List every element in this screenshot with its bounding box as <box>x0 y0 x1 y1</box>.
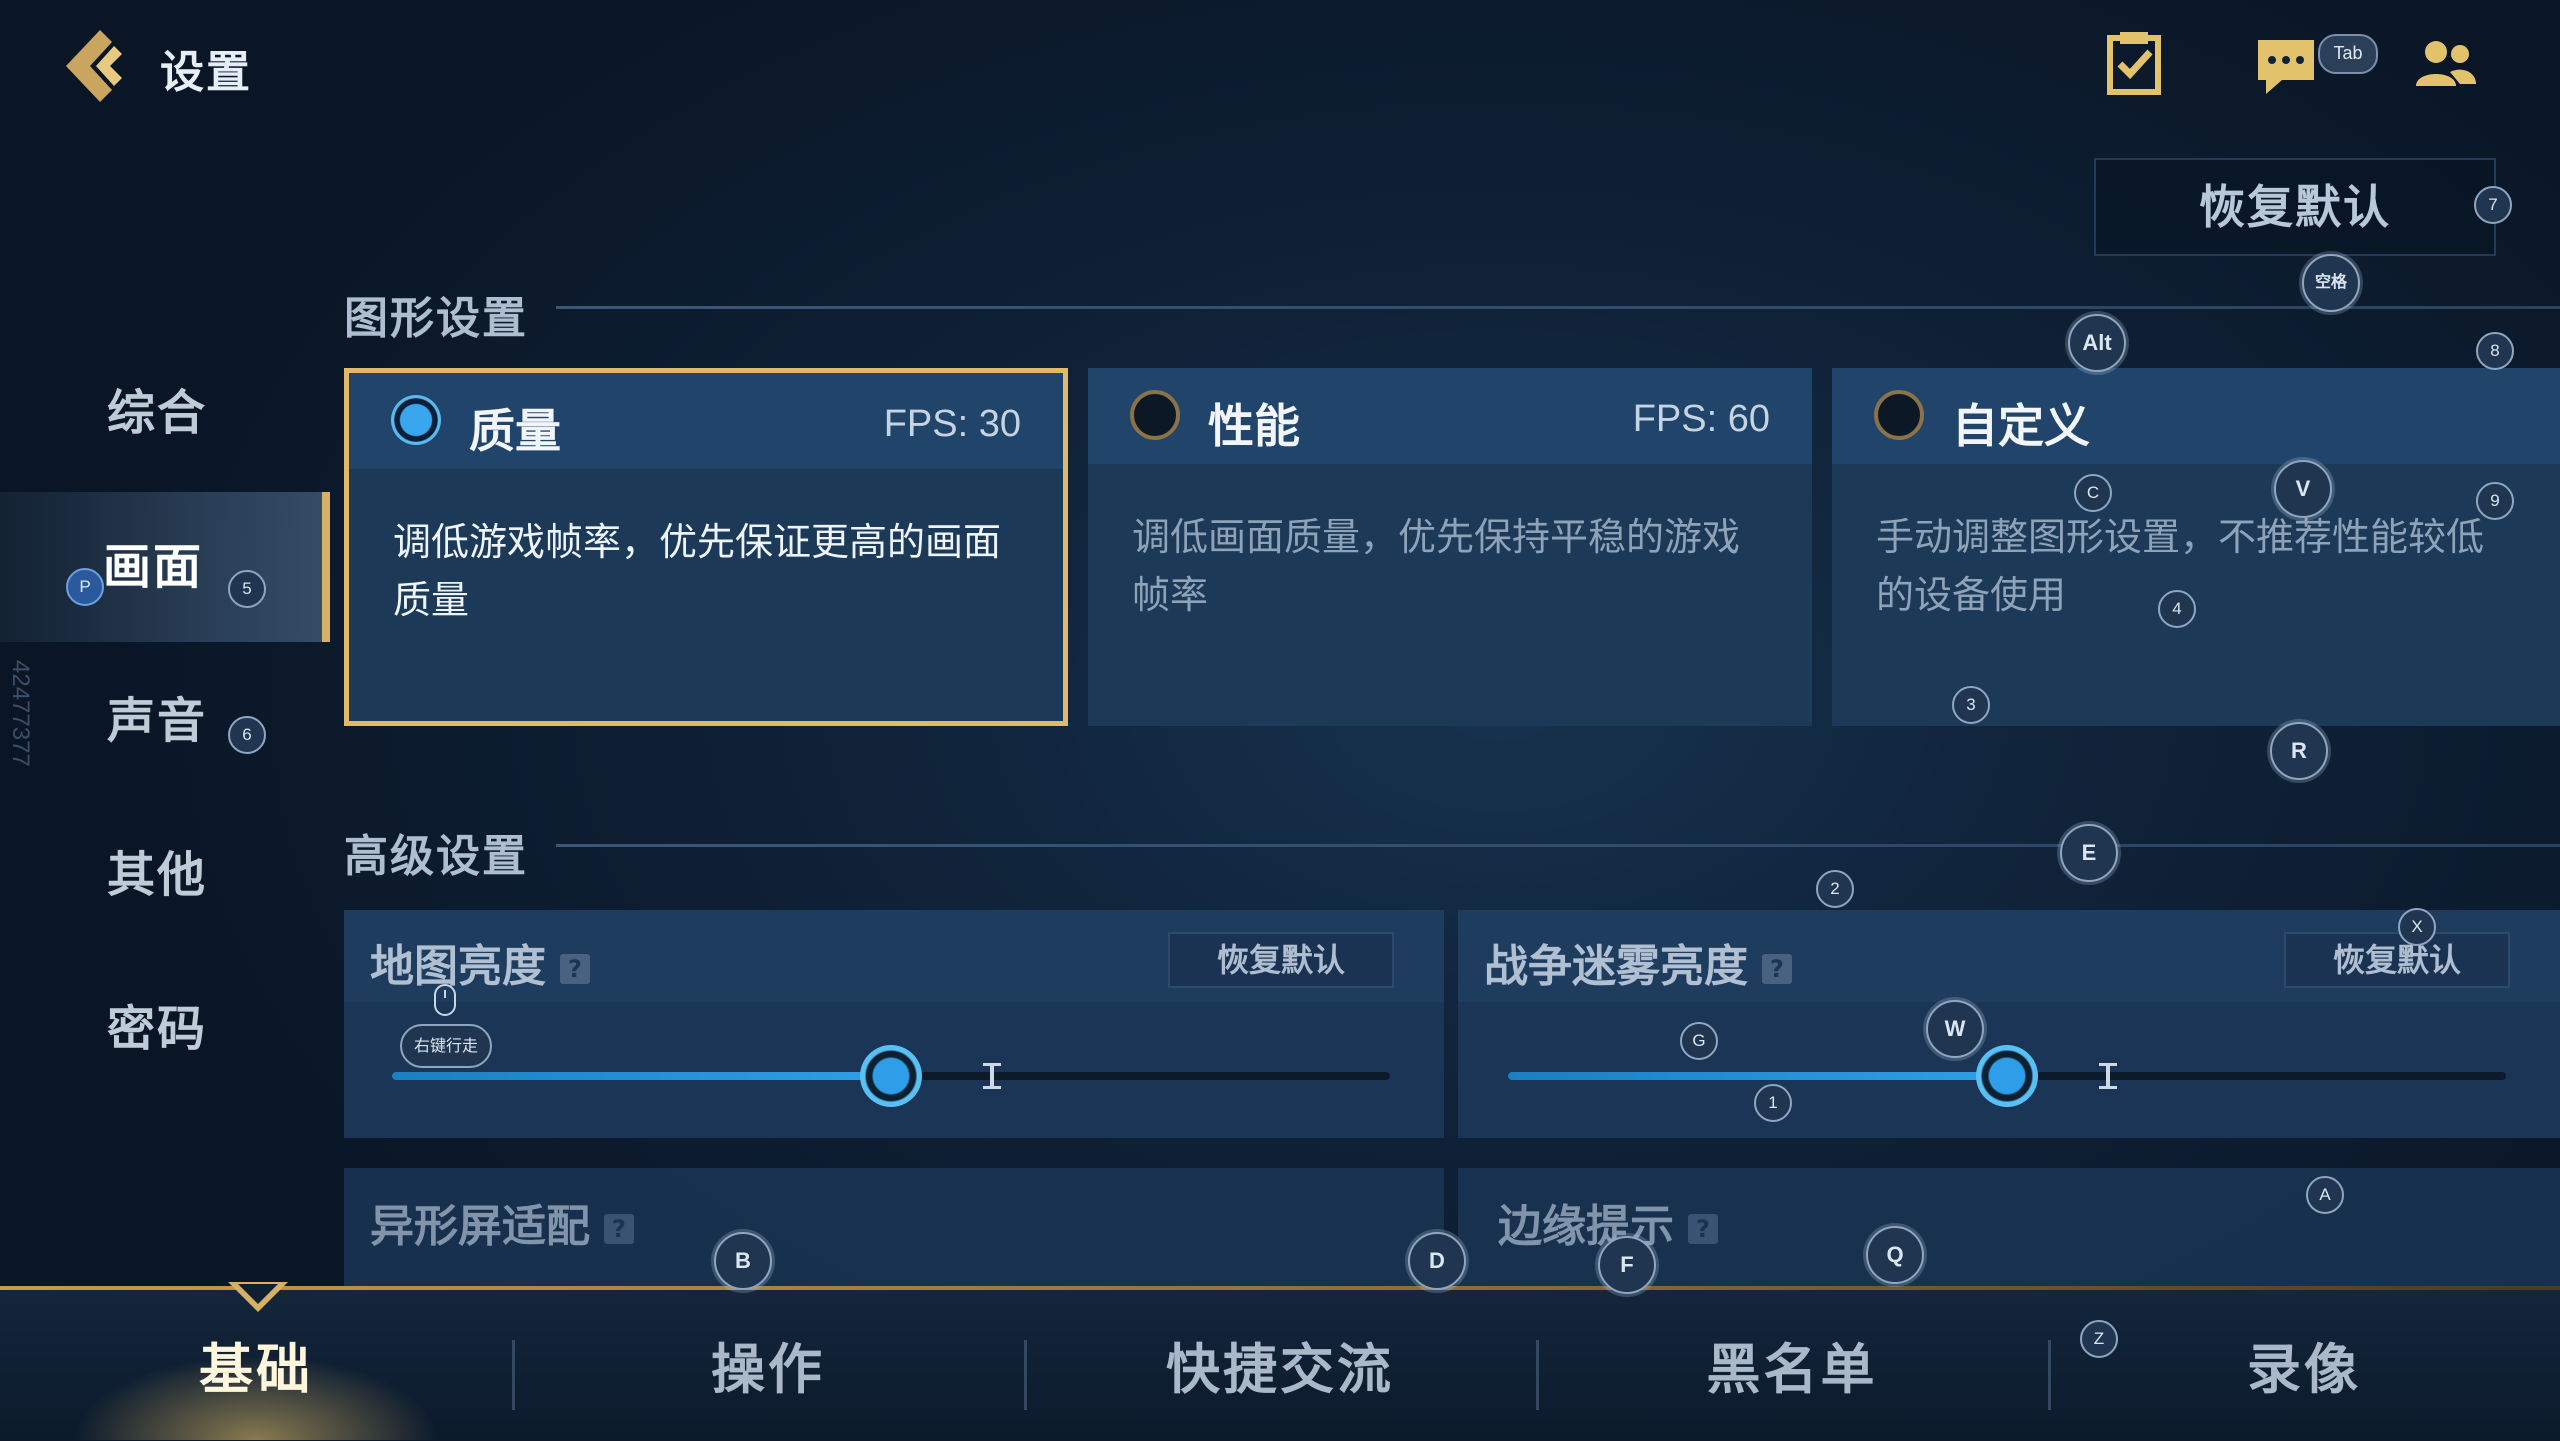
tab-key-hint: Tab <box>2318 34 2378 74</box>
key-hint-6: 6 <box>228 716 266 754</box>
key-hint-1: 1 <box>1754 1084 1792 1122</box>
key-hint-f: F <box>1598 1236 1656 1294</box>
setting-label: 地图亮度 <box>370 941 546 992</box>
fog-brightness-slider-knob[interactable] <box>1976 1045 2038 1107</box>
tab-controls[interactable]: 操作 <box>512 1300 1024 1440</box>
card-fps: FPS: 30 <box>883 403 1021 445</box>
radio-selected-icon[interactable] <box>391 395 441 445</box>
notch-adapt-title: 异形屏适配? <box>370 1190 634 1254</box>
key-hint-x: X <box>2398 908 2436 946</box>
section-divider <box>556 306 2560 309</box>
chat-icon[interactable] <box>2252 32 2324 104</box>
nav-label: 画面 <box>102 539 203 595</box>
fog-brightness-slider-fill <box>1508 1072 2007 1080</box>
preset-card-custom[interactable]: 自定义 手动调整图形设置，不推荐性能较低的设备使用 <box>1832 368 2560 726</box>
map-brightness-title: 地图亮度? <box>370 930 590 994</box>
key-hint-alt: Alt <box>2068 314 2126 372</box>
radio-unselected-icon[interactable] <box>1130 390 1180 440</box>
map-brightness-slider-fill <box>392 1072 891 1080</box>
nav-label: 密码 <box>106 1001 207 1057</box>
help-icon[interactable]: ? <box>1762 954 1792 984</box>
tab-quick-chat[interactable]: 快捷交流 <box>1024 1300 1536 1440</box>
key-hint-v: V <box>2274 460 2332 518</box>
nav-label: 综合 <box>106 385 207 441</box>
nav-label: 声音 <box>106 693 207 749</box>
map-brightness-slider-knob[interactable] <box>860 1045 922 1107</box>
help-icon[interactable]: ? <box>560 954 590 984</box>
help-icon[interactable]: ? <box>1688 1214 1718 1244</box>
mouse-icon <box>434 984 456 1016</box>
nav-item-other[interactable]: 其他 <box>0 800 330 950</box>
back-button[interactable] <box>62 26 142 106</box>
key-hint-c: C <box>2074 474 2112 512</box>
key-hint-9: 9 <box>2476 482 2514 520</box>
key-hint-4: 4 <box>2158 590 2196 628</box>
card-title: 性能 <box>1208 399 1300 453</box>
tasks-icon[interactable] <box>2098 28 2170 100</box>
advanced-section-title: 高级设置 <box>344 831 528 882</box>
bottom-tab-divider <box>0 1286 2560 1290</box>
key-hint-2: 2 <box>1816 870 1854 908</box>
key-hint-7: 7 <box>2474 186 2512 224</box>
key-hint-r: R <box>2270 722 2328 780</box>
key-hint-space: 空格 <box>2302 254 2360 312</box>
tab-blacklist[interactable]: 黑名单 <box>1536 1300 2048 1440</box>
card-header <box>1832 368 2560 464</box>
key-hint-8: 8 <box>2476 332 2514 370</box>
default-marker <box>2099 1063 2117 1089</box>
key-hint-w: W <box>1926 1000 1984 1058</box>
key-hint-q: Q <box>1866 1226 1924 1284</box>
nav-item-sound[interactable]: 声音 <box>0 646 330 796</box>
card-title: 质量 <box>469 404 561 458</box>
friends-icon[interactable] <box>2410 30 2482 102</box>
reset-all-button[interactable]: 恢复默认 <box>2094 158 2496 256</box>
graphics-section-title: 图形设置 <box>344 293 528 344</box>
tab-replay[interactable]: 录像 <box>2048 1300 2560 1440</box>
mouse-right-click-hint: 右键行走 <box>400 1024 492 1068</box>
key-hint-p: P <box>66 568 104 606</box>
fog-brightness-title: 战争迷雾亮度? <box>1484 930 1792 994</box>
map-brightness-reset-button[interactable]: 恢复默认 <box>1168 932 1394 988</box>
nav-item-display[interactable]: 画面 <box>0 492 330 642</box>
key-hint-5: 5 <box>228 570 266 608</box>
key-hint-e: E <box>2060 824 2118 882</box>
preset-card-performance[interactable]: 性能 FPS: 60 调低画面质量，优先保持平稳的游戏帧率 <box>1088 368 1812 726</box>
key-hint-a: A <box>2306 1176 2344 1214</box>
key-hint-z: Z <box>2080 1320 2118 1358</box>
watermark: 42477377 <box>7 660 34 767</box>
default-marker <box>983 1063 1001 1089</box>
card-fps: FPS: 60 <box>1632 398 1770 440</box>
key-hint-d: D <box>1408 1232 1466 1290</box>
radio-unselected-icon[interactable] <box>1874 390 1924 440</box>
key-hint-g: G <box>1680 1022 1718 1060</box>
nav-item-password[interactable]: 密码 <box>0 954 330 1104</box>
setting-label: 异形屏适配 <box>370 1201 590 1252</box>
back-arrow-icon <box>66 30 122 102</box>
tab-basic[interactable]: 基础 <box>0 1300 512 1440</box>
key-hint-3: 3 <box>1952 686 1990 724</box>
setting-label: 战争迷雾亮度 <box>1484 941 1748 992</box>
card-description: 调低游戏帧率，优先保证更高的画面质量 <box>393 520 1002 622</box>
page-title: 设置 <box>160 47 252 98</box>
fog-brightness-reset-button[interactable]: 恢复默认 <box>2284 932 2510 988</box>
nav-label: 其他 <box>106 847 207 903</box>
section-divider <box>556 844 2560 847</box>
card-description: 调低画面质量，优先保持平稳的游戏帧率 <box>1132 515 1741 617</box>
help-icon[interactable]: ? <box>604 1214 634 1244</box>
nav-item-general[interactable]: 综合 <box>0 338 330 488</box>
key-hint-b: B <box>714 1232 772 1290</box>
preset-card-quality[interactable]: 质量 FPS: 30 调低游戏帧率，优先保证更高的画面质量 <box>344 368 1068 726</box>
card-title: 自定义 <box>1952 399 2090 453</box>
